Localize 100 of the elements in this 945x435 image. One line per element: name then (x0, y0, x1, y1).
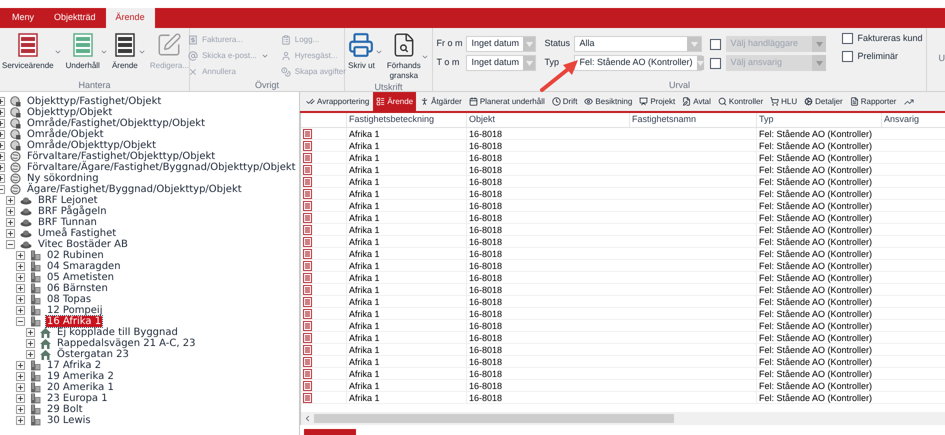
menu-tab[interactable]: Ärende (106, 8, 155, 28)
expand-icon[interactable] (26, 328, 35, 337)
expand-icon[interactable] (16, 306, 25, 315)
table-cell: Afrika 1 (346, 332, 466, 344)
column-header[interactable]: Fastighetsnamn (629, 113, 756, 127)
filter-dropdown[interactable]: Fel: Stående AO (Kontroller) (574, 55, 702, 71)
tree-item[interactable]: Ej kopplade till Byggnad (56, 327, 179, 338)
tree-item[interactable]: 29 Bolt (46, 404, 84, 415)
tree-item[interactable]: 08 Topas (46, 294, 92, 305)
ribbon-button[interactable]: Skriv ut (348, 32, 383, 71)
view-tab[interactable]: Drift (548, 92, 580, 111)
view-tab[interactable]: Ärende (373, 92, 416, 111)
ribbon-button[interactable]: Förhands granska (386, 32, 429, 81)
expand-icon[interactable] (16, 284, 25, 293)
ribbon-button[interactable]: Underhåll (66, 32, 108, 71)
table-cell: Afrika 1 (346, 260, 466, 272)
column-header[interactable]: Fastighetsbeteckning (346, 113, 466, 127)
view-tab[interactable]: Detaljer (801, 92, 846, 111)
tree-item[interactable]: Vitec Bostäder AB (37, 239, 129, 250)
view-tab[interactable]: Åtgärder (417, 92, 465, 111)
form-icon (303, 128, 312, 138)
date-dropdown[interactable]: Inget datum (466, 36, 536, 52)
tree-item[interactable]: 16 Afrika 1 (46, 316, 102, 327)
expand-icon[interactable] (6, 207, 15, 216)
tree-item[interactable]: BRF Tunnan (37, 217, 98, 228)
chart-icon[interactable] (904, 97, 914, 107)
list-icon (376, 97, 386, 106)
tree-item[interactable]: Område/Objekttyp/Objekt (26, 140, 157, 151)
expand-icon[interactable] (26, 350, 35, 359)
tree-item[interactable]: 30 Lewis (46, 415, 92, 426)
tree-item[interactable]: Objekttyp/Objekt (26, 107, 114, 118)
filter-dropdown[interactable]: Alla (574, 36, 702, 52)
tree-item[interactable]: Förvaltare/Fastighet/Objekttyp/Objekt (26, 151, 216, 162)
form-icon (303, 332, 312, 342)
tree-item[interactable]: Område/Fastighet/Objekttyp/Objekt (26, 118, 206, 129)
tree-item[interactable]: 19 Amerika 2 (46, 371, 115, 382)
table-cell: 16-8018 (466, 272, 629, 284)
tree-item[interactable]: 17 Afrika 2 (46, 360, 102, 371)
table-cell: Afrika 1 (346, 128, 466, 140)
checkbox[interactable] (842, 33, 854, 44)
tree-item[interactable]: 05 Ametisten (46, 272, 115, 283)
expand-icon[interactable] (16, 273, 25, 282)
table-cell: Fel: Stående AO (Kontroller) (756, 380, 881, 392)
table-cell: 16-8018 (466, 308, 629, 320)
tree-item[interactable]: 20 Amerika 1 (46, 382, 115, 393)
tree-item[interactable]: 12 Pompeij (46, 305, 104, 316)
form-icon (303, 380, 312, 390)
expand-icon[interactable] (16, 295, 25, 304)
tree-item[interactable]: Umeå Fastighet (37, 228, 118, 239)
tree-item[interactable]: Förvaltare/Ägare/Fastighet/Byggnad/Objekttyp/Objekt (26, 162, 297, 173)
menu-tab[interactable]: Objektträd (44, 8, 106, 28)
tree-item[interactable]: BRF Pågågeln (37, 206, 108, 217)
expand-icon[interactable] (16, 394, 25, 403)
disc-icon (20, 196, 32, 204)
date-dropdown[interactable]: Inget datum (466, 55, 536, 71)
column-header[interactable]: Ansvarig (881, 113, 941, 127)
column-header[interactable]: Typ (756, 113, 881, 127)
view-tab[interactable]: HLU (767, 92, 800, 111)
expand-icon[interactable] (26, 339, 35, 348)
tree-item[interactable]: 02 Rubinen (46, 250, 105, 261)
checkbox[interactable] (842, 50, 854, 62)
expand-icon[interactable] (16, 416, 25, 425)
menu-tab[interactable]: Meny (2, 8, 44, 28)
tree-item[interactable]: 04 Smaragden (46, 261, 122, 272)
buildings-icon (30, 305, 41, 316)
dropdown-arrow-icon (690, 42, 698, 46)
expand-icon[interactable] (16, 262, 25, 271)
view-tab[interactable]: Kontroller (714, 92, 766, 111)
collapse-icon[interactable] (16, 317, 25, 326)
view-tab[interactable]: Avrapportering (303, 92, 372, 111)
column-header[interactable]: Objekt (466, 113, 629, 127)
tree-item[interactable]: 23 Europa 1 (46, 393, 109, 404)
expand-icon[interactable] (6, 218, 15, 227)
expand-icon[interactable] (6, 196, 15, 205)
collapse-icon[interactable] (6, 240, 15, 249)
expand-icon[interactable] (16, 405, 25, 414)
tree-item[interactable]: Ägare/Fastighet/Byggnad/Objekttyp/Objekt (26, 184, 243, 195)
view-tab[interactable]: Planerat underhåll (466, 92, 548, 111)
tree-item[interactable]: Ny sökordning (26, 173, 100, 184)
table-cell: 16-8018 (466, 296, 629, 308)
tree-item[interactable]: Östergatan 23 (56, 349, 130, 360)
tree-item[interactable]: Objekttyp/Fastighet/Objekt (26, 96, 162, 107)
expand-icon[interactable] (16, 383, 25, 392)
expand-icon[interactable] (16, 251, 25, 260)
expand-icon[interactable] (16, 361, 25, 370)
expand-icon[interactable] (6, 229, 15, 238)
view-tab[interactable]: Avtal (679, 92, 714, 111)
person-icon (280, 51, 291, 61)
tree-item[interactable]: 06 Bärnsten (46, 283, 109, 294)
view-tab[interactable]: Projekt (636, 92, 678, 111)
scroll-left-icon[interactable] (303, 414, 312, 423)
ribbon-button[interactable]: Ärende (112, 32, 146, 71)
tree-item[interactable]: Rappedalsvägen 21 A-C, 23 (56, 338, 196, 349)
ribbon-button[interactable]: Serviceärende (2, 32, 62, 71)
tree-item[interactable]: Område/Objekt (26, 129, 105, 140)
view-tab[interactable]: Besiktning (581, 92, 636, 111)
view-tab[interactable]: Rapporter (846, 92, 900, 111)
expand-icon[interactable] (16, 372, 25, 381)
tree-item[interactable]: BRF Lejonet (37, 195, 99, 206)
horizontal-scrollbar[interactable] (300, 412, 945, 425)
